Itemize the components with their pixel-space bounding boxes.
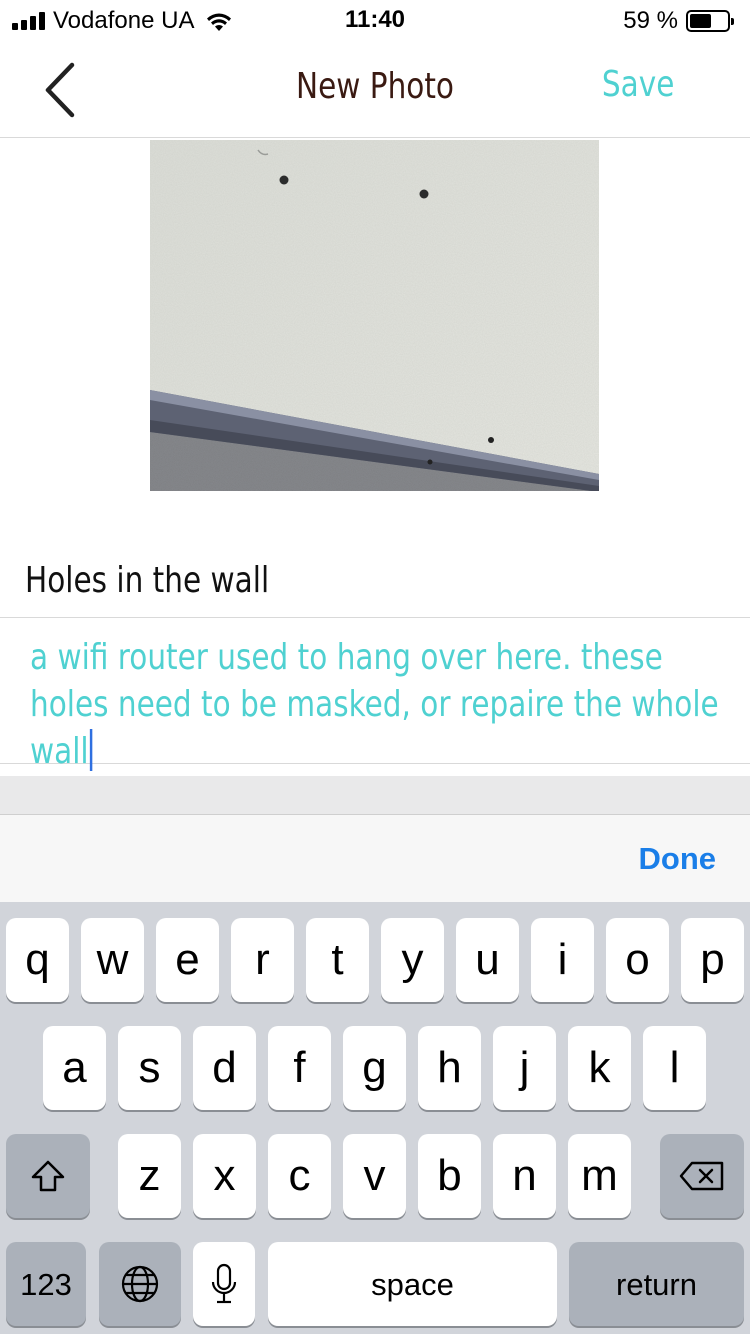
key-label: a bbox=[62, 1043, 87, 1092]
battery-percent: 59 % bbox=[623, 7, 678, 34]
backspace-key[interactable] bbox=[660, 1134, 744, 1218]
photo-title-text: Holes in the wall bbox=[25, 560, 270, 601]
key-label: k bbox=[588, 1043, 611, 1092]
key-label: w bbox=[96, 935, 129, 984]
keyboard: qwe r t y u i o p a s d f g h j k l z x c v b nm 123 space r… bbox=[0, 902, 750, 1334]
key-d[interactable]: d bbox=[193, 1026, 256, 1110]
key-u[interactable]: u bbox=[456, 918, 519, 1002]
done-button[interactable]: Done bbox=[639, 841, 717, 877]
key-i[interactable]: i bbox=[531, 918, 594, 1002]
key-t[interactable]: t bbox=[306, 918, 369, 1002]
key-label: j bbox=[519, 1043, 530, 1092]
space-key[interactable]: space bbox=[268, 1242, 557, 1326]
key-k[interactable]: k bbox=[568, 1026, 631, 1110]
key-h[interactable]: h bbox=[418, 1026, 481, 1110]
key-e[interactable]: e bbox=[156, 918, 219, 1002]
dictation-key[interactable] bbox=[193, 1242, 255, 1326]
key-y[interactable]: y bbox=[381, 918, 444, 1002]
key-s[interactable]: s bbox=[118, 1026, 181, 1110]
status-bar: Vodafone UA 11:40 59 % bbox=[0, 0, 750, 40]
return-key-label: return bbox=[616, 1266, 697, 1302]
key-label: h bbox=[437, 1043, 462, 1092]
microphone-icon bbox=[211, 1263, 237, 1304]
nav-bar: New Photo Save bbox=[0, 40, 750, 138]
key-c[interactable]: c bbox=[268, 1134, 331, 1218]
key-n[interactable]: n bbox=[493, 1134, 556, 1218]
key-f[interactable]: f bbox=[268, 1026, 331, 1110]
backspace-icon bbox=[679, 1161, 724, 1191]
wall-photo bbox=[150, 140, 599, 491]
key-q[interactable]: q bbox=[6, 918, 69, 1002]
status-right: 59 % bbox=[623, 6, 734, 36]
key-v[interactable]: v bbox=[343, 1134, 406, 1218]
key-label: g bbox=[362, 1043, 387, 1092]
key-m[interactable]: m bbox=[568, 1134, 631, 1218]
key-label: d bbox=[212, 1043, 237, 1092]
key-label: r bbox=[255, 935, 270, 984]
page-title: New Photo bbox=[296, 66, 454, 107]
save-button[interactable]: Save bbox=[602, 64, 674, 105]
key-label: f bbox=[293, 1043, 306, 1092]
key-p[interactable]: p bbox=[681, 918, 744, 1002]
key-w[interactable]: w bbox=[81, 918, 144, 1002]
key-label: t bbox=[331, 935, 344, 984]
key-x[interactable]: x bbox=[193, 1134, 256, 1218]
key-b[interactable]: b bbox=[418, 1134, 481, 1218]
key-label: y bbox=[401, 935, 424, 984]
key-label: s bbox=[138, 1043, 161, 1092]
key-label: z bbox=[138, 1151, 161, 1200]
key-label: p bbox=[700, 935, 725, 984]
text-caret bbox=[89, 729, 92, 771]
photo-notes-text: a wifi router used to hang over here. th… bbox=[30, 634, 719, 775]
battery-icon bbox=[686, 10, 734, 32]
key-label: b bbox=[437, 1151, 462, 1200]
key-label: q bbox=[25, 935, 50, 984]
key-g[interactable]: g bbox=[343, 1026, 406, 1110]
photo-title-field[interactable]: Holes in the wall bbox=[0, 546, 750, 618]
keyboard-gap bbox=[0, 776, 750, 814]
key-o[interactable]: o bbox=[606, 918, 669, 1002]
globe-key[interactable] bbox=[99, 1242, 181, 1326]
key-j[interactable]: j bbox=[493, 1026, 556, 1110]
shift-key[interactable] bbox=[6, 1134, 90, 1218]
numbers-key-label: 123 bbox=[20, 1266, 72, 1302]
space-key-label: space bbox=[371, 1266, 454, 1302]
photo-notes-field[interactable]: a wifi router used to hang over here. th… bbox=[0, 618, 750, 772]
key-label: c bbox=[288, 1151, 311, 1200]
key-label: l bbox=[669, 1043, 680, 1092]
globe-icon bbox=[121, 1265, 159, 1303]
key-r[interactable]: r bbox=[231, 918, 294, 1002]
key-label: v bbox=[363, 1151, 386, 1200]
return-key[interactable]: return bbox=[569, 1242, 744, 1326]
key-label: i bbox=[557, 935, 568, 984]
key-label: o bbox=[625, 935, 650, 984]
key-l[interactable]: l bbox=[643, 1026, 706, 1110]
battery-fill bbox=[690, 14, 712, 28]
key-z[interactable]: z bbox=[118, 1134, 181, 1218]
keyboard-accessory-bar: Done bbox=[0, 814, 750, 902]
numbers-key[interactable]: 123 bbox=[6, 1242, 86, 1326]
shift-icon bbox=[31, 1160, 65, 1192]
notes-value: a wifi router used to hang over here. th… bbox=[30, 637, 719, 772]
key-label: x bbox=[213, 1151, 236, 1200]
key-a[interactable]: a bbox=[43, 1026, 106, 1110]
key-label: e bbox=[175, 935, 200, 984]
key-label: n bbox=[512, 1151, 537, 1200]
key-label: u bbox=[475, 935, 500, 984]
key-label: m bbox=[581, 1151, 618, 1200]
